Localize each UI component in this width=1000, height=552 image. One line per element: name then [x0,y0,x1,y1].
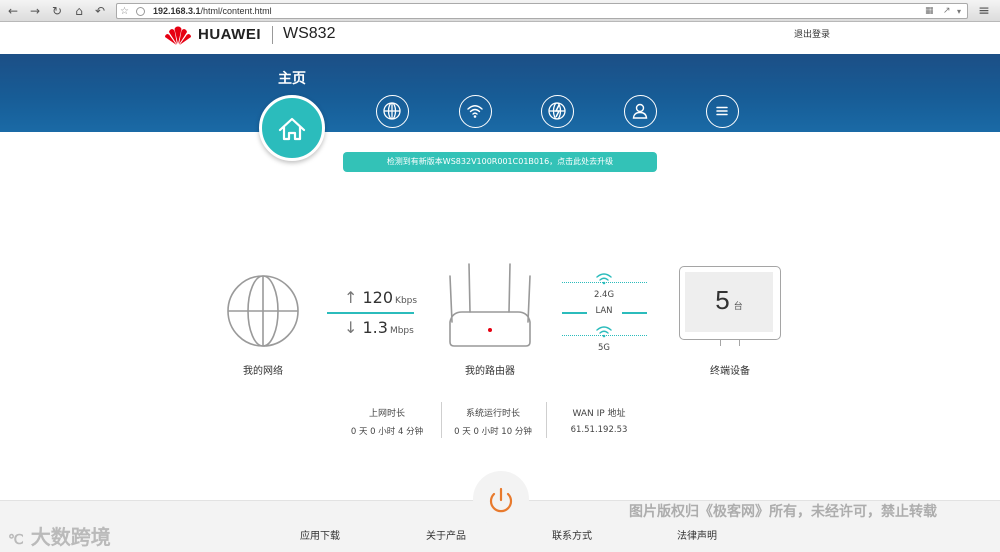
user-icon [632,103,648,119]
qr-icon[interactable]: ▦ [925,4,934,19]
globe-flash-icon [548,102,566,120]
logout-link[interactable]: 退出登录 [794,27,830,40]
nav-more-button[interactable] [706,95,739,128]
menu-icon[interactable]: ≡ [976,3,992,19]
star-icon[interactable]: ☆ [120,4,129,19]
wifi-icon [467,105,483,118]
devices-monitor-icon[interactable]: 5台 [679,266,781,340]
lan-label: LAN [595,306,613,316]
nav-network-button[interactable] [376,95,409,128]
share-icon[interactable]: ↗ [943,4,951,19]
dropdown-icon[interactable]: ▾ [957,4,961,19]
watermark-logo-icon: ℃ [8,531,24,547]
uptime-label: 系统运行时长 [465,409,520,419]
power-button[interactable] [473,471,529,527]
stats-divider [546,402,547,438]
site-watermark: ℃ 大数跨境 [8,525,111,549]
network-label: 我的网络 [243,366,283,377]
router-label: 我的路由器 [465,366,515,377]
nav-internet-button[interactable] [541,95,574,128]
footer-link-legal[interactable]: 法律声明 [677,527,717,542]
online-time-label: 上网时长 [368,409,405,419]
page-icon [136,7,145,16]
header-divider [272,26,273,44]
globe-icon [383,102,401,120]
power-icon [489,487,513,513]
band-5g-label: 5G [598,343,610,353]
wan-ip-label: WAN IP 地址 [572,409,626,419]
wan-ip-value: 61.51.192.53 [570,425,628,435]
band-5g-line [562,335,647,336]
copyright-watermark: 图片版权归《极客网》所有，未经许可，禁止转载 [629,504,937,520]
network-globe-icon[interactable] [226,274,300,348]
online-time-value: 0 天 0 小时 4 分钟 [350,427,424,437]
reload-icon[interactable]: ↻ [49,3,65,19]
up-arrow-icon: ↑ [344,288,358,307]
nav-wifi-button[interactable] [459,95,492,128]
uptime-value: 0 天 0 小时 10 分钟 [454,427,532,437]
undo-icon[interactable]: ↶ [92,3,108,19]
home-icon [278,117,306,141]
forward-icon[interactable]: → [27,3,43,19]
band-24-label: 2.4G [593,290,615,300]
lan-line-right [622,312,647,314]
upload-speed: ↑ 120 Kbps [344,288,418,307]
devices-label: 终端设备 [710,366,750,377]
menu-icon [716,106,728,116]
footer-link-contact[interactable]: 联系方式 [552,527,592,542]
address-bar[interactable]: ☆ 192.168.3.1/html/content.html ▦ ↗ ▾ [116,3,968,19]
home-title: 主页 [278,71,306,87]
nav-banner [0,54,1000,132]
nav-user-button[interactable] [624,95,657,128]
nav-home-button[interactable] [259,95,325,161]
back-icon[interactable]: ← [5,3,21,19]
device-unit: 台 [733,302,743,312]
huawei-logo-icon [165,26,191,45]
router-icon[interactable] [446,260,534,350]
speed-divider [327,312,414,314]
download-speed: ↓ 1.3 Mbps [344,318,414,337]
footer-link-app-download[interactable]: 应用下载 [300,527,340,542]
brand-name: HUAWEI [198,26,261,43]
monitor-stand [720,340,740,346]
url-text[interactable]: 192.168.3.1/html/content.html [153,4,272,19]
model-name: WS832 [283,25,336,42]
down-arrow-icon: ↓ [344,318,358,337]
footer-link-about[interactable]: 关于产品 [426,527,466,542]
stats-divider [441,402,442,438]
device-count: 5 [715,285,730,315]
home-icon[interactable]: ⌂ [71,3,87,19]
browser-toolbar: ← → ↻ ⌂ ↶ ☆ 192.168.3.1/html/content.htm… [0,0,1000,22]
band-24-line [562,282,647,283]
update-banner[interactable]: 检测到有新版本WS832V100R001C01B016，点击此处去升级 [343,152,657,172]
